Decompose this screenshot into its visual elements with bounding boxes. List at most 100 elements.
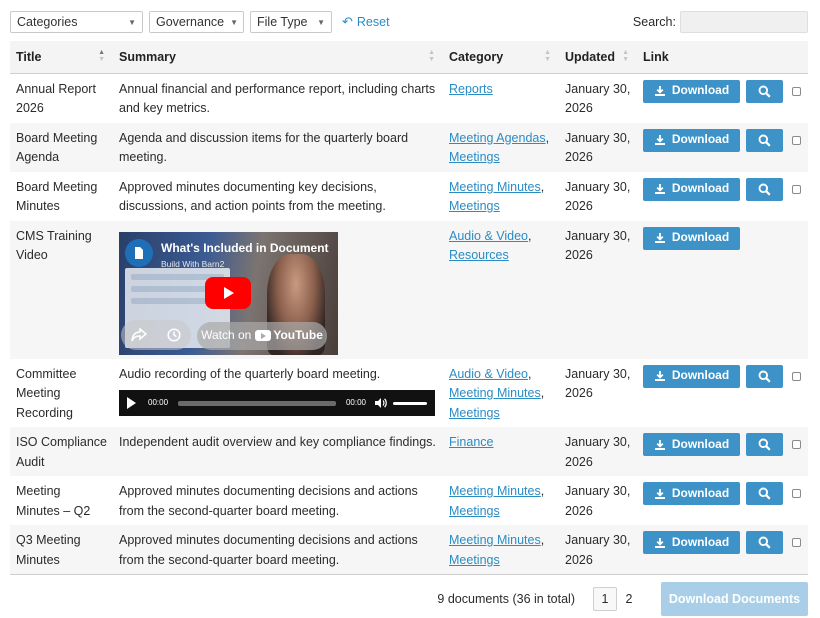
preview-button[interactable] xyxy=(746,482,783,505)
category-link[interactable]: Meeting Minutes xyxy=(449,180,541,194)
filter-bar: Categories ▼ Governance ▼ File Type ▼ ↶ … xyxy=(10,11,808,33)
download-button[interactable]: Download xyxy=(643,531,740,554)
document-summary: Audio recording of the quarterly board m… xyxy=(119,366,381,381)
category-link[interactable]: Meeting Agendas xyxy=(449,131,546,145)
youtube-icon xyxy=(255,330,272,341)
category-link[interactable]: Meetings xyxy=(449,553,500,567)
search-input[interactable] xyxy=(680,11,808,33)
category-link[interactable]: Meeting Minutes xyxy=(449,484,541,498)
category-link[interactable]: Reports xyxy=(449,82,493,96)
row-actions: Download xyxy=(643,364,802,388)
category-separator: , xyxy=(540,533,545,547)
category-cell: Reports xyxy=(443,73,559,123)
page-2-button[interactable]: 2 xyxy=(617,587,641,611)
column-header-category[interactable]: Category ▲ ▼ xyxy=(443,41,559,74)
link-cell: Download xyxy=(637,525,808,575)
search-box: Search: xyxy=(633,11,808,33)
file-type-filter[interactable]: File Type ▼ xyxy=(250,11,332,33)
download-label: Download xyxy=(671,83,730,98)
row-actions: Download xyxy=(643,531,802,554)
category-link[interactable]: Meetings xyxy=(449,406,500,420)
documents-table: Title ▲ ▼ Summary ▲ ▼ Category ▲ ▼ Updated … xyxy=(10,41,808,575)
row-actions: Download xyxy=(643,177,802,201)
download-button[interactable]: Download xyxy=(643,128,740,152)
download-icon xyxy=(654,439,665,450)
share-icon xyxy=(131,327,147,341)
sort-icon: ▲ ▼ xyxy=(622,49,629,63)
category-link[interactable]: Finance xyxy=(449,435,493,449)
updated-date: January 30, 2026 xyxy=(565,533,631,567)
preview-button[interactable] xyxy=(746,364,783,388)
governance-filter[interactable]: Governance ▼ xyxy=(149,11,244,33)
preview-button[interactable] xyxy=(746,177,783,201)
document-count: 9 documents (36 in total) xyxy=(437,592,575,606)
document-summary: Approved minutes documenting decisions a… xyxy=(119,484,418,518)
categories-filter[interactable]: Categories ▼ xyxy=(10,11,143,33)
watch-on-youtube-button[interactable]: Watch on YouTube xyxy=(197,321,327,350)
preview-button[interactable] xyxy=(746,531,783,554)
link-cell: Download xyxy=(637,172,808,221)
page-1-button[interactable]: 1 xyxy=(593,587,617,611)
updated-cell: January 30, 2026 xyxy=(559,73,637,123)
select-checkbox[interactable] xyxy=(792,86,801,96)
volume-icon[interactable] xyxy=(374,397,387,409)
select-checkbox[interactable] xyxy=(792,489,801,498)
video-play-button[interactable] xyxy=(205,276,251,309)
summary-cell: Approved minutes documenting key decisio… xyxy=(113,172,443,221)
category-link[interactable]: Audio & Video xyxy=(449,229,528,243)
download-button[interactable]: Download xyxy=(643,482,740,505)
audio-play-icon[interactable] xyxy=(127,397,136,409)
sort-icon: ▲ ▼ xyxy=(428,49,435,63)
select-checkbox[interactable] xyxy=(792,184,801,194)
updated-date: January 30, 2026 xyxy=(565,179,631,214)
document-summary: Approved minutes documenting decisions a… xyxy=(119,533,418,567)
reset-button[interactable]: ↶ Reset xyxy=(342,14,390,30)
select-checkbox[interactable] xyxy=(792,371,801,381)
category-link[interactable]: Meeting Minutes xyxy=(449,533,541,547)
audio-progress-slider[interactable] xyxy=(178,400,336,406)
category-link[interactable]: Meetings xyxy=(449,199,500,213)
category-separator: , xyxy=(528,366,532,381)
download-button[interactable]: Download xyxy=(643,79,740,103)
summary-cell: Audio recording of the quarterly board m… xyxy=(113,359,443,428)
file-type-filter-label: File Type xyxy=(257,15,308,29)
video-share-button[interactable] xyxy=(121,319,191,350)
category-cell: Meeting Minutes, Meetings xyxy=(443,172,559,221)
volume-slider[interactable] xyxy=(393,401,427,405)
download-button[interactable]: Download xyxy=(643,364,740,388)
download-button[interactable]: Download xyxy=(643,433,740,456)
preview-button[interactable] xyxy=(746,433,783,456)
document-title: Meeting Minutes – Q2 xyxy=(16,484,91,518)
select-checkbox[interactable] xyxy=(792,538,801,547)
category-link[interactable]: Meetings xyxy=(449,150,500,164)
download-icon xyxy=(654,371,665,381)
download-button[interactable]: Download xyxy=(643,226,740,250)
sort-icon: ▲ ▼ xyxy=(544,49,551,63)
category-link[interactable]: Meeting Minutes xyxy=(449,386,541,400)
category-link[interactable]: Meetings xyxy=(449,504,500,518)
title-cell: CMS Training Video xyxy=(10,220,113,359)
category-link[interactable]: Audio & Video xyxy=(449,367,528,381)
search-label: Search: xyxy=(632,15,676,29)
search-icon xyxy=(758,370,771,383)
search-icon xyxy=(758,438,771,451)
select-checkbox[interactable] xyxy=(792,440,801,449)
audio-current-time: 00:00 xyxy=(148,398,169,408)
document-title: Committee Meeting Recording xyxy=(16,366,77,420)
column-header-updated[interactable]: Updated ▲ ▼ xyxy=(559,41,637,74)
download-label: Download xyxy=(671,368,730,383)
category-link[interactable]: Resources xyxy=(449,248,509,262)
category-cell: Meeting Agendas, Meetings xyxy=(443,122,559,172)
document-library: Categories ▼ Governance ▼ File Type ▼ ↶ … xyxy=(0,0,820,618)
column-header-title[interactable]: Title ▲ ▼ xyxy=(10,41,113,74)
title-cell: Board Meeting Agenda xyxy=(10,122,113,172)
title-cell: Committee Meeting Recording xyxy=(10,359,113,428)
preview-button[interactable] xyxy=(746,79,783,103)
download-label: Download xyxy=(671,132,730,147)
video-embed[interactable]: What's Included in Document Build With B… xyxy=(119,231,338,355)
column-header-summary[interactable]: Summary ▲ ▼ xyxy=(113,41,443,74)
download-button[interactable]: Download xyxy=(643,177,740,201)
preview-button[interactable] xyxy=(746,128,783,152)
select-checkbox[interactable] xyxy=(792,135,801,145)
download-documents-button[interactable]: Download Documents xyxy=(661,582,808,616)
